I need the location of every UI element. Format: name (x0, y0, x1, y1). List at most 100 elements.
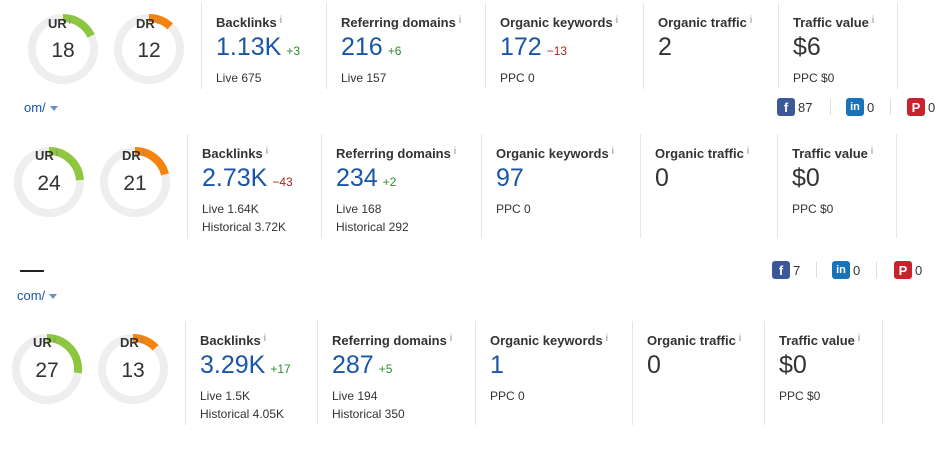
referring-domains-value[interactable]: 216 (341, 33, 383, 61)
traffic-value-value: $6 (793, 33, 821, 61)
backlinks-live[interactable]: Live 1.64K (202, 202, 259, 216)
backlinks-cell: Backlinks i 3.29K +17 Live 1.5K Historical… (185, 321, 318, 425)
backlinks-cell: Backlinks i 2.73K −43 Live 1.64K Historica… (187, 134, 322, 238)
organic-keywords-value[interactable]: 97 (496, 164, 524, 192)
referring-domains-value[interactable]: 287 (332, 351, 374, 379)
referring-domains-cell: Referring domains i 287 +5 Live 194 Histor… (317, 321, 476, 425)
ur-label: UR i (35, 148, 59, 163)
referring-domains-historical[interactable]: Historical 292 (336, 220, 409, 234)
info-icon[interactable]: i (612, 146, 614, 157)
referring-domains-delta: +2 (382, 175, 397, 189)
backlinks-value[interactable]: 2.73K (202, 164, 267, 192)
traffic-value-cell: Traffic value i $0 PPC $0 (764, 321, 883, 425)
linkedin-shares[interactable]: in 0 (832, 260, 860, 280)
dr-label: DR i (122, 148, 146, 163)
divider (876, 262, 877, 278)
referring-domains-value[interactable]: 234 (336, 164, 378, 192)
pinterest-shares[interactable]: P0 (894, 260, 922, 280)
linkedin-icon: in (846, 98, 864, 116)
organic-traffic-title: Organic traffic i (658, 15, 753, 30)
pinterest-shares[interactable]: P0 (907, 97, 935, 117)
referring-domains-live[interactable]: Live 157 (341, 71, 386, 85)
info-icon[interactable]: i (69, 16, 71, 27)
organic-keywords-title: Organic keywords i (500, 15, 618, 30)
organic-keywords-cell: Organic keywords i 172 −13 PPC 0 (485, 3, 644, 89)
organic-traffic-cell: Organic traffic i 2 (643, 3, 779, 89)
organic-keywords-value[interactable]: 172 (500, 33, 542, 61)
traffic-value-ppc: PPC $0 (793, 71, 835, 85)
backlinks-live[interactable]: Live 1.5K (200, 389, 250, 403)
metrics-row-2: 24 UR i 21 DR i Backlinks i 2.73K −43 Live 1… (0, 134, 952, 238)
organic-keywords-cell: Organic keywords i 97 PPC 0 (481, 134, 641, 238)
backlinks-cell: Backlinks i 1.13K +3 Live 675 (201, 3, 327, 89)
organic-traffic-title: Organic traffic i (647, 333, 742, 348)
info-icon[interactable]: i (141, 335, 143, 346)
chevron-down-icon (49, 106, 58, 112)
referring-domains-live[interactable]: Live 168 (336, 202, 381, 216)
referring-domains-historical[interactable]: Historical 350 (332, 407, 405, 421)
backlinks-title: Backlinks i (216, 15, 282, 30)
divider (830, 99, 831, 115)
info-icon[interactable]: i (143, 148, 145, 159)
backlinks-value[interactable]: 3.29K (200, 351, 265, 379)
traffic-value-title: Traffic value i (792, 146, 874, 161)
info-icon[interactable]: i (750, 15, 752, 26)
referring-domains-title: Referring domains i (341, 15, 462, 30)
backlinks-historical[interactable]: Historical 4.05K (200, 407, 284, 421)
organic-keywords-ppc: PPC 0 (500, 71, 535, 85)
organic-traffic-value: 0 (655, 164, 669, 192)
referring-domains-live[interactable]: Live 194 (332, 389, 377, 403)
dr-label: DR i (136, 16, 160, 31)
backlinks-delta: +3 (286, 44, 301, 58)
backlinks-historical[interactable]: Historical 3.72K (202, 220, 286, 234)
linkedin-icon: in (832, 261, 850, 279)
traffic-value-value: $0 (779, 351, 807, 379)
backlinks-title: Backlinks i (202, 146, 268, 161)
referring-domains-cell: Referring domains i 234 +2 Live 168 Histor… (321, 134, 482, 238)
dr-label: DR i (120, 335, 144, 350)
organic-keywords-cell: Organic keywords i 1 PPC 0 (475, 321, 633, 425)
info-icon[interactable]: i (747, 146, 749, 157)
info-icon[interactable]: i (739, 333, 741, 344)
ur-label: UR i (33, 335, 57, 350)
info-icon[interactable]: i (606, 333, 608, 344)
metrics-row-3: 27 UR i 13 DR i Backlinks i 3.29K +17 Live 1… (0, 321, 952, 425)
info-icon[interactable]: i (616, 15, 618, 26)
info-icon[interactable]: i (454, 146, 456, 157)
info-icon[interactable]: i (266, 146, 268, 157)
organic-traffic-cell: Organic traffic i 0 (632, 321, 765, 425)
traffic-value-title: Traffic value i (779, 333, 861, 348)
facebook-shares[interactable]: f 87 (777, 97, 812, 117)
linkedin-shares[interactable]: in 0 (846, 97, 874, 117)
url-dropdown-2[interactable]: com/ (17, 288, 58, 303)
referring-domains-delta: +5 (378, 362, 393, 376)
backlinks-value[interactable]: 1.13K (216, 33, 281, 61)
dr-value: 12 (137, 39, 161, 62)
info-icon[interactable]: i (872, 15, 874, 26)
traffic-value-cell: Traffic value i $0 PPC $0 (777, 134, 897, 238)
info-icon[interactable]: i (280, 15, 282, 26)
info-icon[interactable]: i (56, 148, 58, 159)
organic-keywords-value[interactable]: 1 (490, 351, 504, 379)
metrics-row-1: 18 UR i 12 DR i Backlinks i 1.13K +3 Live 67… (0, 3, 952, 89)
info-icon[interactable]: i (858, 333, 860, 344)
organic-keywords-ppc: PPC 0 (496, 202, 531, 216)
info-icon[interactable]: i (264, 333, 266, 344)
info-icon[interactable]: i (54, 335, 56, 346)
info-icon[interactable]: i (871, 146, 873, 157)
referring-domains-delta: +6 (387, 44, 402, 58)
referring-domains-cell: Referring domains i 216 +6 Live 157 (326, 3, 486, 89)
info-icon[interactable]: i (157, 16, 159, 27)
title-fragment (20, 270, 44, 272)
info-icon[interactable]: i (459, 15, 461, 26)
backlinks-live[interactable]: Live 675 (216, 71, 261, 85)
url-dropdown-1[interactable]: om/ (24, 100, 58, 115)
traffic-value-value: $0 (792, 164, 820, 192)
organic-keywords-title: Organic keywords i (490, 333, 608, 348)
social-shares-1: f 87 in 0 P0 (777, 97, 952, 117)
facebook-icon: f (777, 98, 795, 116)
dr-value: 13 (121, 359, 145, 382)
organic-keywords-delta: −13 (546, 44, 568, 58)
info-icon[interactable]: i (450, 333, 452, 344)
facebook-shares[interactable]: f7 (772, 260, 800, 280)
